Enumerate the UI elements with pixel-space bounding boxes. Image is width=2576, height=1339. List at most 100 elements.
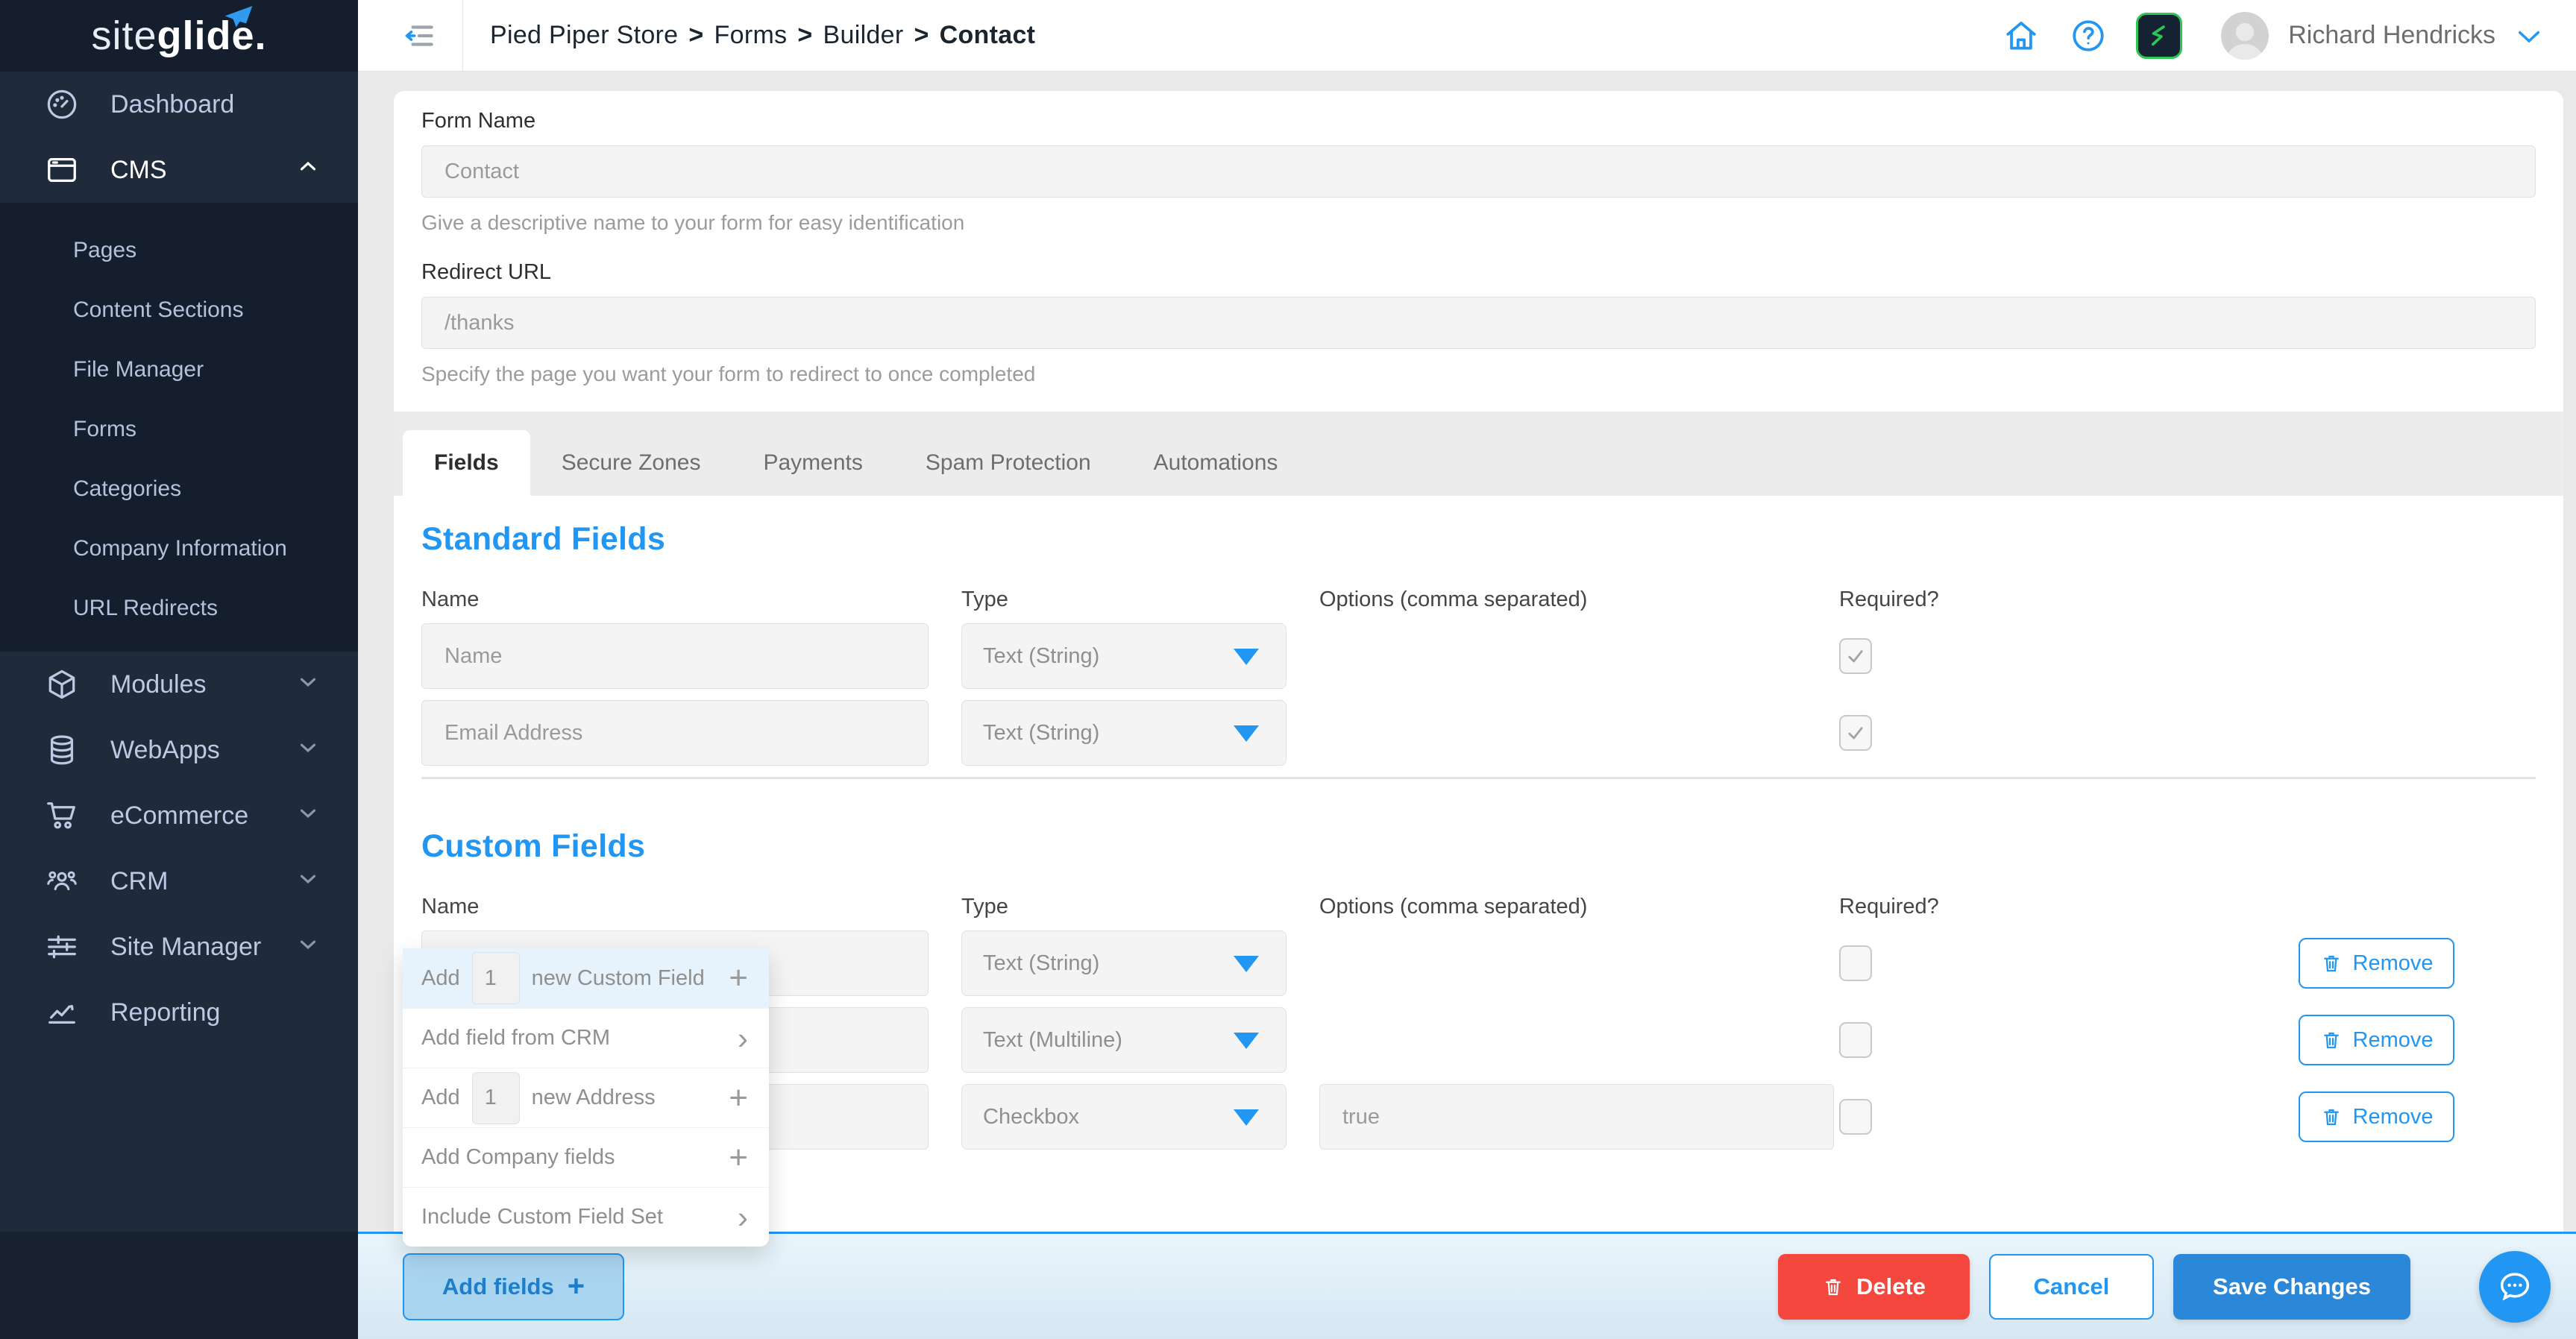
sidebar-subitem-url-redirects[interactable]: URL Redirects <box>0 579 358 638</box>
user-name[interactable]: Richard Hendricks <box>2288 21 2495 50</box>
breadcrumb-separator: > <box>797 21 812 49</box>
breadcrumb-separator: > <box>914 21 929 49</box>
help-icon[interactable] <box>2069 16 2108 55</box>
sidebar-item-dashboard[interactable]: Dashboard <box>0 72 358 137</box>
menu-item-include-custom-field-set[interactable]: Include Custom Field Set › <box>403 1187 769 1247</box>
sidebar-subitem-forms[interactable]: Forms <box>0 400 358 459</box>
sidebar-subitem-categories[interactable]: Categories <box>0 459 358 519</box>
redirect-url-input[interactable] <box>421 297 2536 349</box>
tab-automations[interactable]: Automations <box>1122 430 1310 496</box>
sidebar-item-label: eCommerce <box>110 801 248 831</box>
add-fields-button[interactable]: Add fields + <box>403 1253 624 1320</box>
menu-item-text: Add <box>421 1086 460 1110</box>
field-type-select[interactable]: Checkbox <box>961 1084 1287 1150</box>
sidebar-subitem-file-manager[interactable]: File Manager <box>0 340 358 400</box>
sidebar-nav: Dashboard CMS Pages Content Sections Fil… <box>0 72 358 1339</box>
field-type-value: Text (String) <box>983 721 1099 746</box>
sidebar-subitem-content-sections[interactable]: Content Sections <box>0 280 358 340</box>
sidebar-item-label: Modules <box>110 670 207 699</box>
form-name-input[interactable] <box>421 145 2536 198</box>
required-checkbox-checked[interactable] <box>1839 638 1872 674</box>
sliders-icon <box>43 928 81 965</box>
required-checkbox[interactable] <box>1839 1099 1872 1135</box>
tab-secure-zones[interactable]: Secure Zones <box>530 430 732 496</box>
chevron-down-icon <box>295 800 321 832</box>
sidebar-item-reporting[interactable]: Reporting <box>0 980 358 1045</box>
remove-label: Remove <box>2353 1105 2434 1130</box>
standard-field-row: Text (String) <box>421 700 2536 766</box>
column-options: Options (comma separated) <box>1319 587 1587 612</box>
menu-item-text: new Custom Field <box>532 966 705 991</box>
address-count-input[interactable] <box>472 1072 520 1124</box>
sidebar-subitem-company-information[interactable]: Company Information <box>0 519 358 579</box>
field-type-select[interactable]: Text (Multiline) <box>961 1007 1287 1073</box>
sidebar-item-label: Reporting <box>110 998 220 1027</box>
tab-spam-protection[interactable]: Spam Protection <box>894 430 1122 496</box>
sidebar-item-modules[interactable]: Modules <box>0 652 358 717</box>
menu-item-add-address[interactable]: Add new Address + <box>403 1068 769 1127</box>
breadcrumb[interactable]: Pied Piper Store>Forms>Builder>Contact <box>490 21 1035 50</box>
sidebar-item-site-manager[interactable]: Site Manager <box>0 914 358 980</box>
sidebar-item-crm[interactable]: CRM <box>0 848 358 914</box>
form-settings: Form Name Give a descriptive name to you… <box>394 91 2563 386</box>
avatar[interactable] <box>2221 12 2269 60</box>
custom-field-count-input[interactable] <box>472 952 520 1004</box>
menu-item-add-company-fields[interactable]: Add Company fields + <box>403 1127 769 1187</box>
field-options-input[interactable] <box>1319 1084 1834 1150</box>
custom-fields-heading: Custom Fields <box>421 828 2536 865</box>
field-name-input[interactable] <box>421 623 929 689</box>
delete-label: Delete <box>1856 1273 1926 1300</box>
tab-fields[interactable]: Fields <box>403 430 530 496</box>
menu-item-add-custom-field[interactable]: Add new Custom Field + <box>403 948 769 1008</box>
chevron-down-icon[interactable] <box>2513 20 2545 51</box>
chat-support-button[interactable] <box>2479 1251 2551 1323</box>
menu-item-add-field-from-crm[interactable]: Add field from CRM › <box>403 1008 769 1068</box>
home-icon[interactable] <box>2002 16 2041 55</box>
cube-icon <box>43 666 81 703</box>
breadcrumb-forms[interactable]: Forms <box>714 21 788 49</box>
field-type-value: Text (String) <box>983 951 1099 976</box>
remove-field-button[interactable]: Remove <box>2299 1015 2454 1065</box>
remove-label: Remove <box>2353 1028 2434 1053</box>
sidebar-subitem-pages[interactable]: Pages <box>0 221 358 280</box>
column-options: Options (comma separated) <box>1319 895 1587 919</box>
save-changes-button[interactable]: Save Changes <box>2173 1254 2410 1320</box>
field-name-input[interactable] <box>421 700 929 766</box>
breadcrumb-current: Contact <box>940 21 1036 49</box>
plus-icon: + <box>729 962 748 995</box>
siteglide-app-icon[interactable] <box>2136 13 2182 59</box>
sidebar-item-webapps[interactable]: WebApps <box>0 717 358 783</box>
menu-item-text: Add <box>421 966 460 991</box>
topbar: Pied Piper Store>Forms>Builder>Contact R… <box>358 0 2576 72</box>
collapse-sidebar-icon[interactable] <box>401 16 440 55</box>
sidebar-item-cms[interactable]: CMS <box>0 137 358 203</box>
footer-right-actions: Delete Cancel Save Changes <box>1778 1251 2576 1323</box>
field-type-select[interactable]: Text (String) <box>961 700 1287 766</box>
menu-item-text: Add Company fields <box>421 1145 615 1170</box>
siteglide-logo[interactable]: siteglide. <box>0 0 358 72</box>
field-type-value: Checkbox <box>983 1105 1079 1130</box>
footer-action-bar: Add fields + Delete Cancel Save Changes <box>358 1232 2576 1339</box>
dropdown-arrow-icon <box>1234 1033 1259 1049</box>
breadcrumb-builder[interactable]: Builder <box>823 21 904 49</box>
field-type-select[interactable]: Text (String) <box>961 930 1287 996</box>
field-type-select[interactable]: Text (String) <box>961 623 1287 689</box>
column-type: Type <box>961 587 1008 612</box>
remove-field-button[interactable]: Remove <box>2299 938 2454 989</box>
tab-payments[interactable]: Payments <box>732 430 893 496</box>
chevron-down-icon <box>295 734 321 766</box>
delete-button[interactable]: Delete <box>1778 1254 1970 1320</box>
required-checkbox[interactable] <box>1839 945 1872 981</box>
required-checkbox-checked[interactable] <box>1839 715 1872 751</box>
sidebar-item-ecommerce[interactable]: eCommerce <box>0 783 358 848</box>
required-checkbox[interactable] <box>1839 1022 1872 1058</box>
menu-item-text: Add field from CRM <box>421 1026 610 1050</box>
topbar-divider <box>462 0 463 72</box>
remove-field-button[interactable]: Remove <box>2299 1091 2454 1142</box>
breadcrumb-site[interactable]: Pied Piper Store <box>490 21 678 49</box>
cancel-button[interactable]: Cancel <box>1989 1254 2154 1320</box>
shopping-cart-icon <box>43 797 81 834</box>
add-fields-menu: Add new Custom Field + Add field from CR… <box>403 948 769 1247</box>
chevron-down-icon <box>295 931 321 963</box>
plus-icon: + <box>729 1082 748 1115</box>
